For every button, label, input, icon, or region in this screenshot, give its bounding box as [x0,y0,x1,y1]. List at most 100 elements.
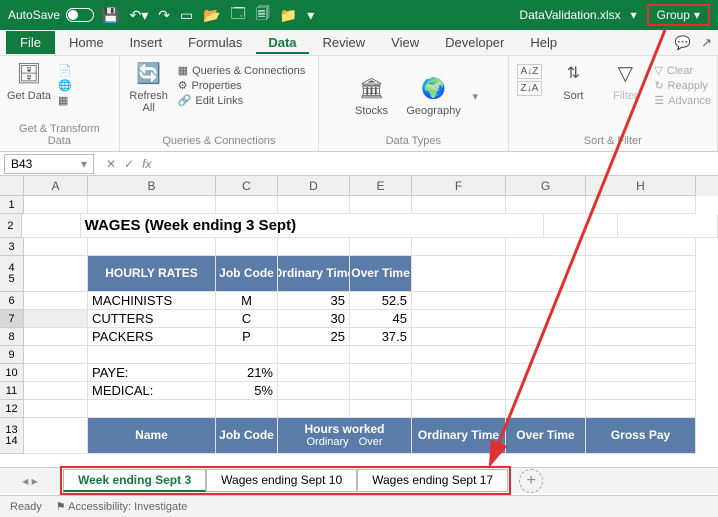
row-header[interactable]: 1314 [0,418,24,454]
enter-icon[interactable]: ✓ [124,157,134,171]
comments-icon[interactable]: 💬 [675,35,691,51]
table-cell[interactable]: PACKERS [88,328,216,346]
save-icon[interactable]: 💾 [102,7,119,24]
redo-icon[interactable]: ↷ [158,7,170,24]
row-header[interactable]: 3 [0,238,24,256]
share-icon[interactable]: ↗ [701,35,712,51]
row-header[interactable]: 9 [0,346,24,364]
row-header[interactable]: 12 [0,400,24,418]
row-header[interactable]: 10 [0,364,24,382]
stocks-button[interactable]: 🏛 Stocks [349,75,395,117]
more-icon[interactable]: ▾ [307,7,314,24]
open-icon[interactable]: 📁 [280,7,297,24]
tab-insert[interactable]: Insert [118,31,175,54]
filter-button[interactable]: ▽ Filter [602,60,648,102]
clear-button[interactable]: ▽ Clear [654,64,711,77]
row-header[interactable]: 8 [0,328,24,346]
table-cell[interactable]: 52.5 [350,292,412,310]
table-cell[interactable]: 37.5 [350,328,412,346]
tab-data[interactable]: Data [256,31,308,54]
from-web-icon[interactable]: 🌐 [58,79,72,92]
col-header-G[interactable]: G [506,176,586,196]
table-cell[interactable]: 30 [278,310,350,328]
edit-links-button[interactable]: 🔗 Edit Links [178,94,306,107]
table-header[interactable]: Over Time [350,256,412,292]
table-cell[interactable]: M [216,292,278,310]
from-text-icon[interactable]: 📄 [58,64,72,77]
tab-home[interactable]: Home [57,31,116,54]
formula-input[interactable] [159,154,718,174]
table-cell[interactable]: 45 [350,310,412,328]
geography-button[interactable]: 🌍 Geography [411,75,457,117]
col-header-A[interactable]: A [24,176,88,196]
tab-view[interactable]: View [379,31,431,54]
tab-file[interactable]: File [6,31,55,54]
row-header[interactable]: 7 [0,310,24,328]
undo-icon[interactable]: ↶▾ [129,7,148,24]
table-cell[interactable]: 35 [278,292,350,310]
sheet-tab-3[interactable]: Wages ending Sept 17 [357,469,508,492]
table-header[interactable]: Name [88,418,216,454]
select-all-corner[interactable] [0,176,24,196]
table-header[interactable]: Ordinary Time [278,256,350,292]
table-header[interactable]: HOURLY RATES [88,256,216,292]
sort-asc-icon[interactable]: A↓Z [517,64,543,79]
autosave-toggle[interactable]: AutoSave [8,8,94,22]
col-header-B[interactable]: B [88,176,216,196]
table-header[interactable]: Ordinary Time [412,418,506,454]
table-header[interactable]: Job Code [216,256,278,292]
table-cell[interactable]: P [216,328,278,346]
properties-button[interactable]: ⚙ Properties [178,79,306,92]
sheet-tab-1[interactable]: Week ending Sept 3 [63,469,206,492]
tab-formulas[interactable]: Formulas [176,31,254,54]
fx-icon[interactable]: fx [142,157,151,171]
tab-help[interactable]: Help [518,31,569,54]
sheet-nav[interactable]: ◂ ▸ [0,474,60,488]
col-header-C[interactable]: C [216,176,278,196]
table-header[interactable]: Hours worked OrdinaryOver [278,418,412,454]
tab-developer[interactable]: Developer [433,31,516,54]
col-header-F[interactable]: F [412,176,506,196]
print-preview-icon[interactable]: 🗔 [231,3,246,27]
sheet-tab-2[interactable]: Wages ending Sept 10 [206,469,357,492]
queries-connections-button[interactable]: ▦ Queries & Connections [178,64,306,77]
table-cell[interactable]: CUTTERS [88,310,216,328]
table-cell[interactable]: 25 [278,328,350,346]
reapply-button[interactable]: ↻ Reapply [654,79,711,92]
dropdown-icon[interactable]: ▾ [473,90,479,103]
status-accessibility[interactable]: ⚑ Accessibility: Investigate [56,500,188,513]
col-header-E[interactable]: E [350,176,412,196]
row-header[interactable]: 45 [0,256,24,292]
table-cell[interactable]: MEDICAL: [88,382,216,400]
cancel-icon[interactable]: ✕ [106,157,116,171]
new-icon[interactable]: ▭ [180,7,193,24]
open-folder-icon[interactable]: 📂 [203,7,220,24]
row-header[interactable]: 11 [0,382,24,400]
advanced-button[interactable]: ☰ Advance [654,94,711,107]
print-icon[interactable]: 🗐 [256,3,270,27]
table-cell[interactable]: MACHINISTS [88,292,216,310]
col-header-D[interactable]: D [278,176,350,196]
refresh-all-button[interactable]: 🔄 Refresh All [126,60,172,114]
tab-review[interactable]: Review [311,31,378,54]
group-dropdown-button[interactable]: Group ▾ [647,4,710,26]
sort-button[interactable]: ⇅ Sort [550,60,596,102]
table-header[interactable]: Over Time [506,418,586,454]
new-sheet-button[interactable]: + [519,469,543,493]
sheet-title[interactable]: WAGES (Week ending 3 Sept) [81,214,459,238]
toggle-off-icon[interactable] [66,8,94,22]
table-cell[interactable]: C [216,310,278,328]
row-header[interactable]: 6 [0,292,24,310]
table-header[interactable]: Gross Pay [586,418,696,454]
table-cell[interactable]: 21% [216,364,278,382]
col-header-H[interactable]: H [586,176,696,196]
table-header[interactable]: Job Code [216,418,278,454]
table-cell[interactable]: 5% [216,382,278,400]
from-table-icon[interactable]: ▦ [58,94,72,107]
name-box[interactable]: B43 ▾ [4,154,94,174]
grid-body[interactable]: 1 2 WAGES (Week ending 3 Sept) 3 45 HOURL… [0,196,718,475]
row-header[interactable]: 1 [0,196,24,214]
row-header[interactable]: 2 [0,214,22,238]
table-cell[interactable]: PAYE: [88,364,216,382]
sort-desc-icon[interactable]: Z↓A [517,81,543,96]
